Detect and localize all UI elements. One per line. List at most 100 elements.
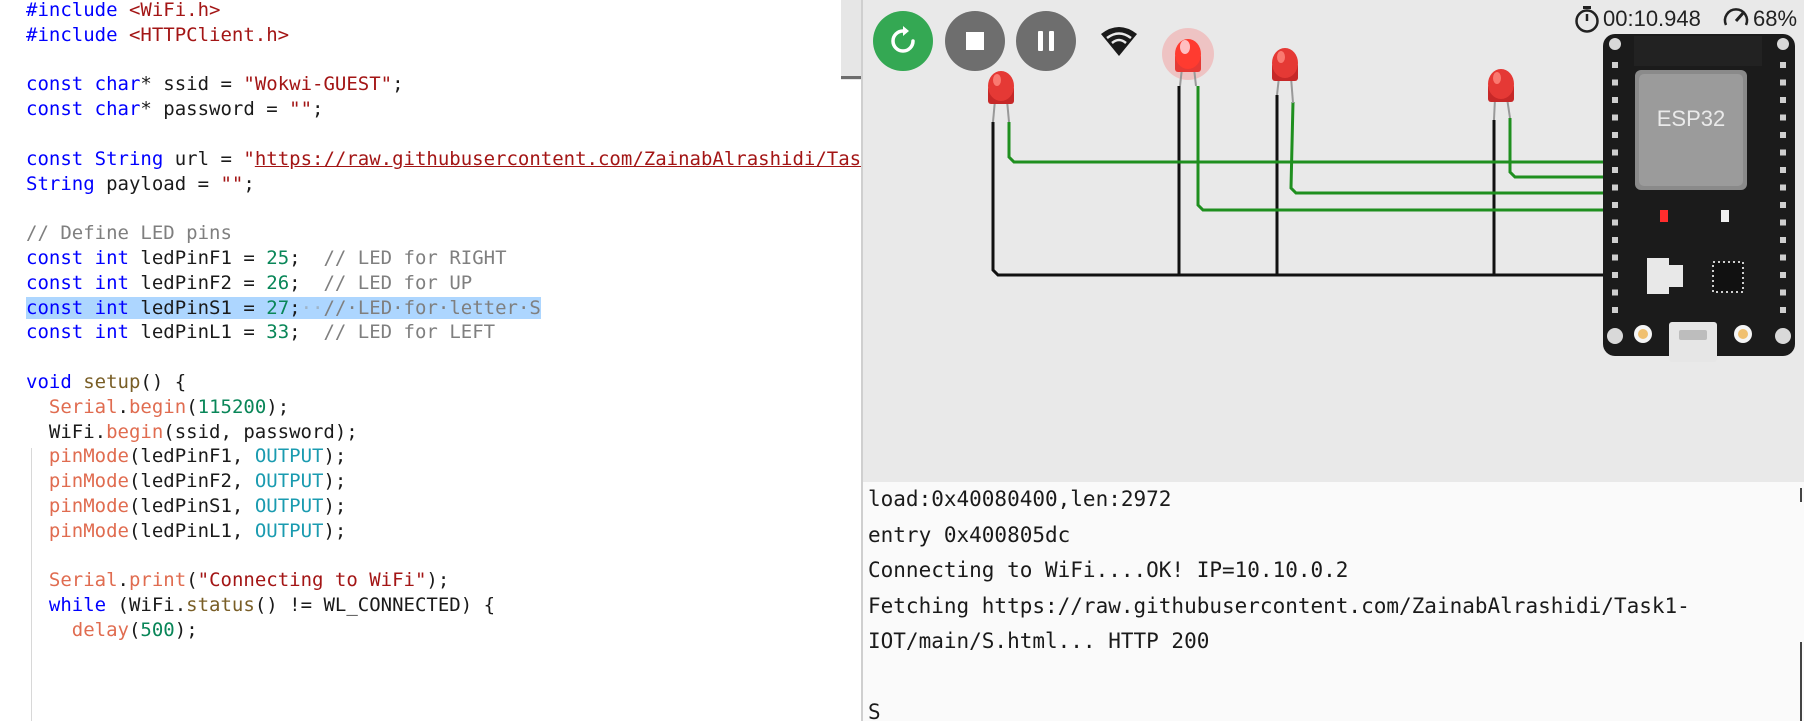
code-line[interactable] [0, 196, 862, 221]
code-line[interactable]: pinMode(ledPinS1, OUTPUT); [0, 494, 862, 519]
code-line[interactable]: const char* ssid = "Wokwi-GUEST"; [0, 72, 862, 97]
serial-line: load:0x40080400,len:2972 [868, 487, 1172, 511]
header-pin [1612, 272, 1618, 278]
code-line-content: const String url = "https://raw.githubus… [26, 148, 862, 170]
serial-monitor[interactable]: load:0x40080400,len:2972 entry 0x400805dc… [863, 482, 1804, 721]
code-token: ( [128, 619, 141, 641]
code-line[interactable]: const int ledPinL1 = 33; // LED for LEFT [0, 320, 862, 345]
code-line[interactable]: // Define LED pins [0, 221, 862, 246]
code-token: //·LED·for·letter·S [323, 296, 541, 319]
signal-wire [1289, 101, 1613, 195]
header-pin [1612, 307, 1618, 313]
signal-wire [1196, 86, 1613, 212]
code-line-content: pinMode(ledPinL1, OUTPUT); [26, 520, 346, 542]
wifi-icon[interactable] [1099, 24, 1139, 58]
code-token: int [94, 321, 129, 344]
code-line-content: const int ledPinL1 = 33; // LED for LEFT [26, 321, 495, 343]
code-token: url = [163, 147, 244, 170]
indent-guide [31, 448, 32, 721]
led-4 [1488, 69, 1514, 121]
pause-button[interactable] [1016, 11, 1076, 71]
simulation-canvas[interactable]: ESP32 00:10.948 68% [863, 0, 1804, 482]
led-2 [1162, 28, 1214, 87]
code-token: "" [220, 172, 244, 195]
code-token: ledPinS1 = [128, 296, 267, 319]
code-token: (WiFi. [106, 594, 187, 617]
code-line-content: const int ledPinF2 = 26; // LED for UP [26, 272, 472, 294]
code-line[interactable] [0, 122, 862, 147]
code-line[interactable]: const int ledPinF2 = 26; // LED for UP [0, 271, 862, 296]
code-token: 33 [266, 321, 290, 344]
code-line[interactable]: Serial.print("Connecting to WiFi"); [0, 568, 862, 593]
code-line[interactable]: #include <HTTPClient.h> [0, 23, 862, 48]
code-line-content: void setup() { [26, 371, 186, 393]
code-line-content: WiFi.begin(ssid, password); [26, 421, 358, 443]
code-token: ); [266, 395, 290, 418]
serial-line: Connecting to WiFi....OK! IP=10.10.0.2 [868, 558, 1349, 582]
code-line[interactable]: WiFi.begin(ssid, password); [0, 420, 862, 445]
code-token: int [94, 296, 129, 319]
code-line[interactable]: const String url = "https://raw.githubus… [0, 147, 862, 172]
code-line[interactable]: #include <WiFi.h> [0, 0, 862, 23]
serial-scrollbar-thumb[interactable] [1800, 642, 1802, 721]
code-token: <HTTPClient.h> [128, 23, 290, 46]
signal-wire [1007, 122, 1613, 164]
code-line[interactable]: delay(500); [0, 618, 862, 643]
code-token: ; [392, 73, 404, 96]
code-token: ; [289, 247, 324, 269]
code-line[interactable]: Serial.begin(115200); [0, 395, 862, 420]
code-line[interactable]: void setup() { [0, 370, 862, 395]
serial-scrollbar[interactable] [1798, 482, 1804, 721]
editor-scrollbar-thumb[interactable] [841, 76, 862, 79]
simulation-speed: 68% [1722, 4, 1797, 34]
code-token: String [26, 172, 95, 195]
serial-line: entry 0x400805dc [868, 522, 1071, 547]
code-line[interactable] [0, 345, 862, 370]
code-token: String [94, 147, 164, 170]
header-pin [1780, 307, 1786, 313]
serial-line [868, 660, 1690, 696]
code-token: (ledPinF1, [128, 445, 255, 468]
code-line[interactable]: pinMode(ledPinF2, OUTPUT); [0, 469, 862, 494]
header-pin [1780, 219, 1786, 226]
header-pin [1780, 62, 1786, 68]
code-token: ·· [300, 296, 324, 319]
editor-scrollbar[interactable] [841, 0, 862, 80]
code-token: 115200 [197, 395, 267, 418]
header-pin [1780, 79, 1786, 86]
code-line-content: const int ledPinS1 = 27;··//·LED·for·let… [26, 296, 541, 319]
header-pin [1780, 237, 1786, 243]
code-token: // LED for UP [323, 271, 473, 294]
code-line[interactable]: pinMode(ledPinF1, OUTPUT); [0, 444, 862, 469]
code-token: pinMode [48, 495, 129, 517]
code-line[interactable] [0, 544, 862, 569]
stop-button[interactable] [945, 11, 1005, 71]
code-token: ( [186, 395, 198, 418]
code-token: OUTPUT [254, 470, 324, 493]
code-token: ); [174, 619, 198, 641]
scroll-up-arrow-icon[interactable] [1800, 488, 1802, 502]
circuit-diagram: ESP32 [988, 28, 1795, 362]
header-pin [1612, 237, 1618, 243]
code-token: ; [289, 271, 324, 294]
code-line[interactable]: const int ledPinF1 = 25; // LED for RIGH… [0, 246, 862, 271]
code-editor[interactable]: #include <WiFi.h> #include <HTTPClient.h>… [0, 0, 862, 721]
code-token: setup [83, 371, 141, 393]
code-line-content: delay(500); [26, 619, 198, 641]
code-line[interactable]: String payload = ""; [0, 172, 862, 197]
restart-button[interactable] [873, 11, 933, 71]
code-line[interactable]: while (WiFi.status() != WL_CONNECTED) { [0, 593, 862, 618]
speed-value: 68% [1753, 6, 1798, 31]
code-token: ); [323, 470, 347, 493]
code-token: delay [71, 619, 129, 641]
code-line[interactable] [0, 48, 862, 73]
esp32-board: ESP32 [1603, 34, 1795, 362]
code-line[interactable]: const char* password = ""; [0, 97, 862, 122]
code-token: ; [289, 321, 324, 344]
code-line[interactable]: pinMode(ledPinL1, OUTPUT); [0, 519, 862, 544]
code-line[interactable]: const int ledPinS1 = 27;··//·LED·for·let… [0, 296, 862, 321]
code-token: int [94, 271, 129, 294]
